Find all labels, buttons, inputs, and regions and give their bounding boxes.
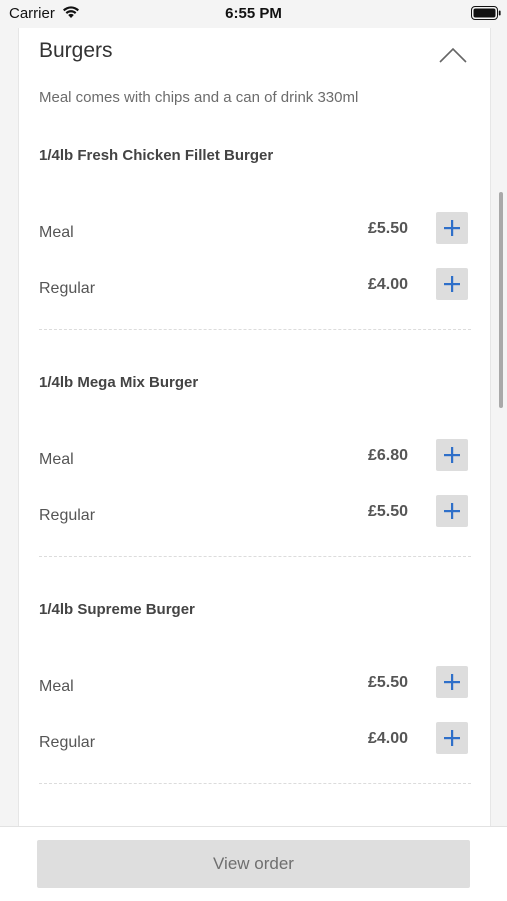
item-divider [39, 783, 471, 784]
add-button[interactable] [436, 212, 468, 244]
option-price: £5.50 [367, 503, 408, 520]
status-time: 6:55 PM [225, 5, 282, 22]
plus-icon [444, 276, 460, 292]
option-label: Meal [39, 451, 74, 468]
option-label: Regular [39, 280, 96, 297]
option-price: £4.00 [367, 730, 408, 747]
item-name: 1/4lb Fresh Chicken Fillet Burger [39, 147, 274, 164]
option-label: Meal [39, 224, 74, 241]
item-name: 1/4lb Mega Mix Burger [39, 374, 199, 391]
bottom-bar: View order [0, 826, 507, 901]
plus-icon [444, 674, 460, 690]
view-order-button[interactable]: View order [37, 840, 470, 888]
item-divider [39, 329, 471, 330]
add-button[interactable] [436, 439, 468, 471]
option-price: £4.00 [367, 276, 408, 293]
add-button[interactable] [436, 722, 468, 754]
option-label: Meal [39, 678, 74, 695]
item-name: 1/4lb Supreme Burger [39, 601, 195, 618]
plus-icon [444, 447, 460, 463]
menu-section-card: Burgers Meal comes with chips and a can … [18, 14, 491, 826]
battery-icon [471, 6, 501, 20]
add-button[interactable] [436, 666, 468, 698]
section-description: Meal comes with chips and a can of drink… [39, 89, 359, 106]
option-price: £6.80 [367, 447, 408, 464]
scrollbar[interactable] [499, 192, 503, 408]
section-title: Burgers [39, 39, 113, 62]
plus-icon [444, 220, 460, 236]
option-price: £5.50 [367, 220, 408, 237]
chevron-up-icon[interactable] [439, 47, 467, 63]
add-button[interactable] [436, 268, 468, 300]
option-label: Regular [39, 507, 96, 524]
plus-icon [444, 730, 460, 746]
status-bar: Carrier 6:55 PM [0, 0, 507, 28]
plus-icon [444, 503, 460, 519]
option-label: Regular [39, 734, 96, 751]
option-price: £5.50 [367, 674, 408, 691]
item-divider [39, 556, 471, 557]
add-button[interactable] [436, 495, 468, 527]
